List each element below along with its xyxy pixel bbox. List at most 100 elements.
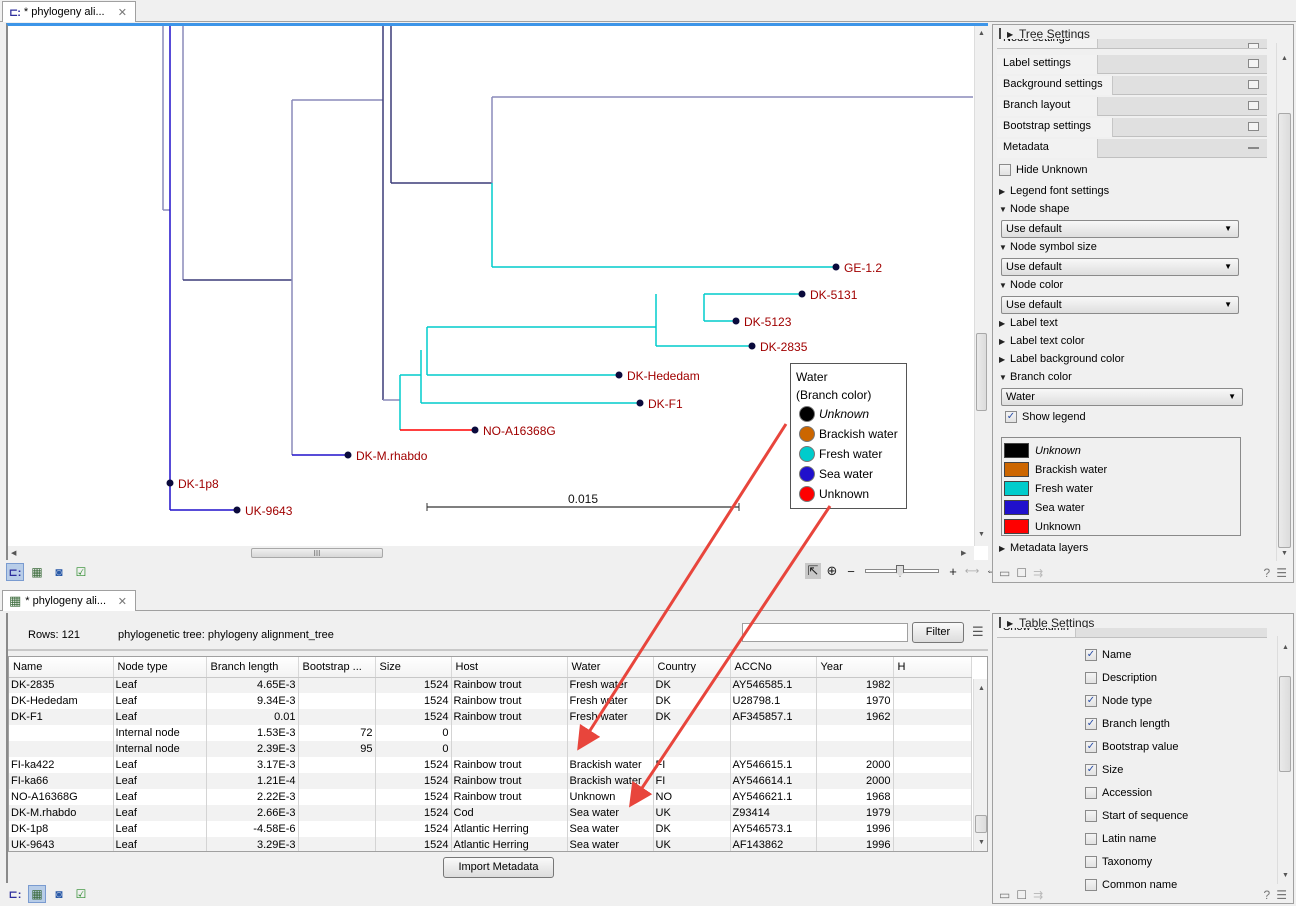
legend-color-row[interactable]: Sea water	[1004, 498, 1240, 517]
column-header[interactable]: Name	[9, 657, 114, 678]
validation-view-button[interactable]: ☑	[72, 563, 90, 581]
validation-view-button[interactable]: ☑	[72, 885, 90, 903]
settings-menu-icon[interactable]: ☰	[1276, 888, 1287, 902]
checkbox[interactable]: ✓	[1085, 718, 1097, 730]
hide-unknown-checkbox[interactable]: Hide Unknown	[999, 164, 1088, 176]
table-cell[interactable]: Rainbow trout	[451, 677, 568, 693]
column-header[interactable]: ACCNo	[730, 657, 817, 678]
table-cell[interactable]	[298, 757, 376, 773]
table-cell[interactable]: Cod	[451, 805, 568, 821]
column-header[interactable]: Branch length	[206, 657, 299, 678]
table-cell[interactable]: 1.21E-4	[206, 773, 299, 789]
zoom-slider-knob[interactable]	[896, 565, 904, 577]
table-cell[interactable]: U28798.1	[730, 693, 817, 709]
filter-button[interactable]: Filter	[912, 622, 964, 643]
scroll-up-icon[interactable]: ▲	[978, 30, 985, 37]
scroll-down-icon[interactable]: ▼	[1282, 872, 1289, 879]
table-cell[interactable]: -4.58E-6	[206, 821, 299, 837]
leaf-label[interactable]: DK-F1	[648, 397, 683, 411]
table-cell[interactable]: Fresh water	[567, 709, 654, 725]
table-cell[interactable]	[567, 725, 654, 741]
table-cell[interactable]: 1524	[375, 837, 452, 851]
table-cell[interactable]: 1996	[816, 837, 894, 851]
table-cell[interactable]: Leaf	[113, 693, 207, 709]
table-cell[interactable]: 1962	[816, 709, 894, 725]
table-cell[interactable]: Leaf	[113, 805, 207, 821]
scroll-up-icon[interactable]: ▲	[1281, 55, 1288, 62]
leaf-label[interactable]: DK-5131	[810, 288, 858, 302]
checkbox[interactable]	[999, 164, 1011, 176]
table-row[interactable]: NO-A16368G Leaf 2.22E-3 1524 Rainbow trout Un…	[9, 789, 972, 805]
scroll-right-icon[interactable]: ▶	[961, 549, 966, 557]
checkbox[interactable]: ✓	[1085, 764, 1097, 776]
metadata-layers-toggle[interactable]: ▶ Metadata layers	[999, 542, 1088, 554]
close-icon[interactable]: ✕	[118, 6, 127, 19]
show-legend-checkbox[interactable]: ✓ Show legend	[1005, 411, 1086, 423]
section-show-column[interactable]: Show column	[997, 628, 1267, 638]
table-cell[interactable]	[893, 677, 972, 693]
table-cell[interactable]: Rainbow trout	[451, 693, 568, 709]
leaf-label[interactable]: DK-1p8	[178, 477, 219, 491]
table-cell[interactable]: 2.66E-3	[206, 805, 299, 821]
show-column-description[interactable]: Description	[1085, 672, 1157, 684]
table-cell[interactable]: Leaf	[113, 709, 207, 725]
tree-editor-tab[interactable]: ⊏: * phylogeny ali... ✕	[2, 1, 136, 22]
table-row[interactable]: FI-ka66 Leaf 1.21E-4 1524 Rainbow trout Brack…	[9, 773, 972, 789]
scroll-down-icon[interactable]: ▼	[978, 531, 985, 538]
table-cell[interactable]: Rainbow trout	[451, 789, 568, 805]
table-cell[interactable]: Z93414	[730, 805, 817, 821]
table-cell[interactable]	[298, 773, 376, 789]
table-cell[interactable]: Brackish water	[567, 773, 654, 789]
table-row[interactable]: DK-F1 Leaf 0.01 1524 Rainbow trout Fresh wate…	[9, 709, 972, 725]
table-row[interactable]: DK-Hededam Leaf 9.34E-3 1524 Rainbow trout Fr…	[9, 693, 972, 709]
table-cell[interactable]	[567, 741, 654, 757]
checkbox[interactable]	[1085, 787, 1097, 799]
column-header[interactable]: Size	[375, 657, 452, 678]
table-cell[interactable]: Sea water	[567, 821, 654, 837]
table-cell[interactable]: 1968	[816, 789, 894, 805]
table-cell[interactable]: 1524	[375, 757, 452, 773]
table-row[interactable]: Internal node 1.53E-3 72 0	[9, 725, 972, 741]
color-swatch[interactable]	[1004, 519, 1029, 534]
table-cell[interactable]: Atlantic Herring	[451, 837, 568, 851]
table-cell[interactable]: Leaf	[113, 677, 207, 693]
table-cell[interactable]	[730, 741, 817, 757]
table-row[interactable]: Internal node 2.39E-3 95 0	[9, 741, 972, 757]
selection-mode-icon[interactable]: ⇱	[805, 563, 821, 579]
column-header[interactable]: Bootstrap ...	[298, 657, 376, 678]
table-cell[interactable]: 1982	[816, 677, 894, 693]
table-cell[interactable]: 0.01	[206, 709, 299, 725]
table-cell[interactable]	[816, 741, 894, 757]
table-cell[interactable]: DK-2835	[9, 677, 114, 693]
table-cell[interactable]	[298, 789, 376, 805]
table-cell[interactable]: FI	[653, 773, 731, 789]
table-cell[interactable]: Rainbow trout	[451, 773, 568, 789]
table-cell[interactable]: Sea water	[567, 837, 654, 851]
show-column-name[interactable]: ✓ Name	[1085, 649, 1131, 661]
zoom-out-icon[interactable]: −	[843, 564, 859, 579]
table-cell[interactable]: Sea water	[567, 805, 654, 821]
leaf-node[interactable]	[832, 263, 840, 271]
table-cell[interactable]: FI	[653, 757, 731, 773]
table-cell[interactable]: 1524	[375, 821, 452, 837]
table-cell[interactable]	[298, 837, 376, 851]
checkbox[interactable]	[1085, 833, 1097, 845]
table-cell[interactable]: 1524	[375, 789, 452, 805]
save-settings-icon[interactable]: ☐	[1016, 566, 1027, 580]
show-column-accession[interactable]: Accession	[1085, 787, 1152, 799]
leaf-node[interactable]	[798, 290, 806, 298]
table-cell[interactable]: Leaf	[113, 837, 207, 851]
table-cell[interactable]: AY546573.1	[730, 821, 817, 837]
table-cell[interactable]	[893, 821, 972, 837]
save-settings-icon[interactable]: ☐	[1016, 888, 1027, 902]
scroll-down-icon[interactable]: ▼	[1281, 550, 1288, 557]
table-cell[interactable]: AF345857.1	[730, 709, 817, 725]
table-cell[interactable]: 2.39E-3	[206, 741, 299, 757]
section-label-settings[interactable]: Label settings	[997, 55, 1267, 74]
leaf-label[interactable]: NO-A16368G	[483, 424, 556, 438]
table-cell[interactable]	[653, 725, 731, 741]
table-cell[interactable]: AY546615.1	[730, 757, 817, 773]
filter-input[interactable]	[742, 623, 908, 642]
table-cell[interactable]: 1524	[375, 709, 452, 725]
table-cell[interactable]: DK-F1	[9, 709, 114, 725]
